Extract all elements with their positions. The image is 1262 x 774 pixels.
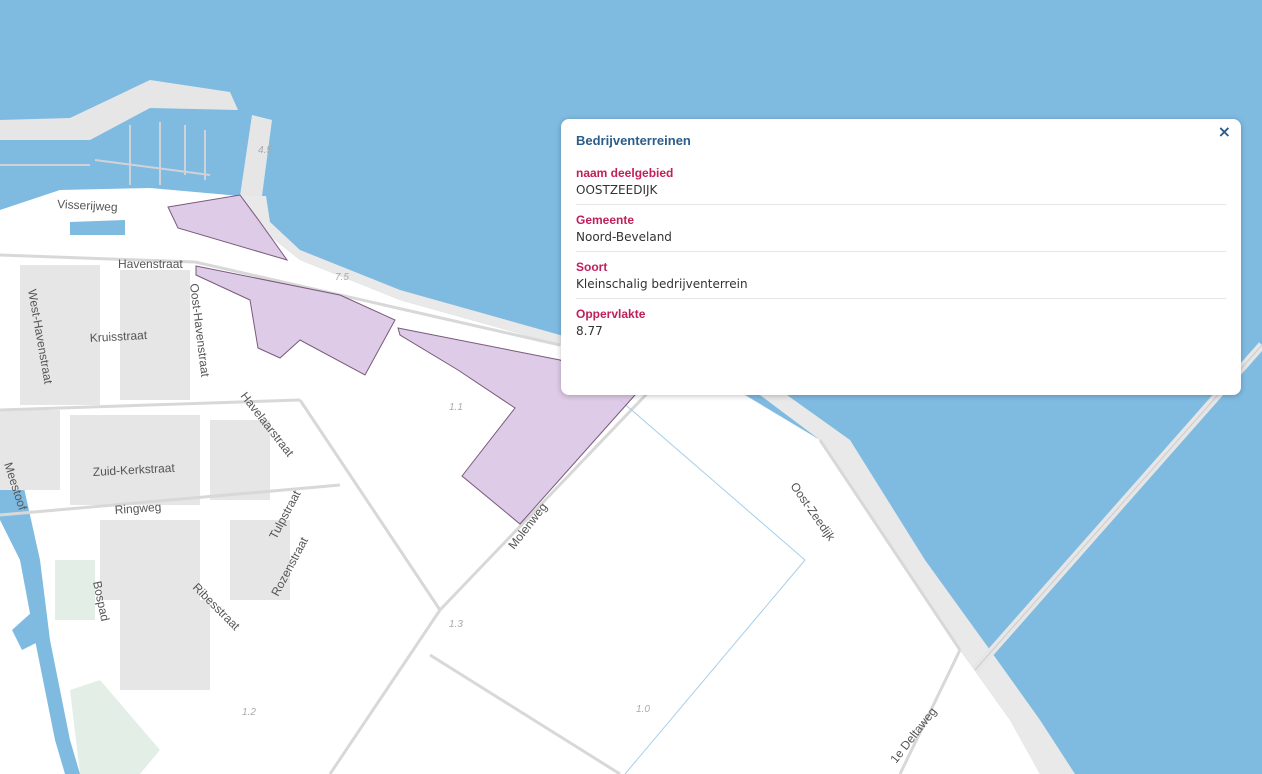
street-label: Havenstraat (118, 257, 183, 271)
field-value: Kleinschalig bedrijventerrein (576, 277, 748, 291)
field-value: Noord-Beveland (576, 230, 672, 244)
field-label: Soort (576, 260, 608, 274)
height-label: 1.1 (449, 402, 463, 413)
field-naam-deelgebied: naam deelgebied OOSTZEEDIJK (576, 166, 1226, 205)
field-gemeente: Gemeente Noord-Beveland (576, 213, 1226, 252)
field-value: OOSTZEEDIJK (576, 183, 658, 197)
field-oppervlakte: Oppervlakte 8.77 (576, 307, 1226, 345)
field-label: naam deelgebied (576, 166, 674, 180)
height-label: 7.5 (335, 272, 349, 283)
field-label: Oppervlakte (576, 307, 646, 321)
height-label: 1.2 (242, 707, 256, 718)
popup-title: Bedrijventerreinen (576, 133, 691, 148)
field-label: Gemeente (576, 213, 635, 227)
height-label: 1.0 (636, 704, 650, 715)
height-label: 4.5 (258, 145, 272, 156)
height-label: 1.3 (449, 619, 463, 630)
feature-info-popup: × Bedrijventerreinen naam deelgebied OOS… (561, 119, 1241, 395)
close-icon[interactable]: × (1218, 122, 1231, 141)
field-value: 8.77 (576, 324, 603, 338)
field-soort: Soort Kleinschalig bedrijventerrein (576, 260, 1226, 299)
